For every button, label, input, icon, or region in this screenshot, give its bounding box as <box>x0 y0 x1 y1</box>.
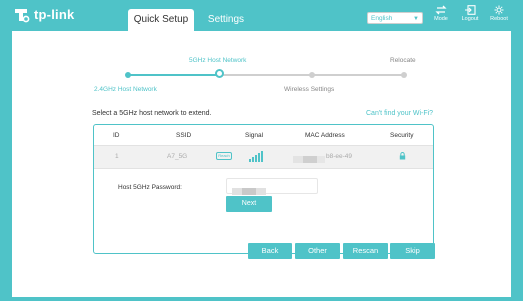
step-dot-wireless <box>309 72 315 78</box>
header: tp-link Quick Setup Settings English ▼ M… <box>0 0 523 31</box>
tp-link-logo: tp-link <box>12 6 82 26</box>
mac-mask <box>293 151 325 169</box>
step-label-wireless: Wireless Settings <box>284 86 335 93</box>
col-mac: MAC Address <box>305 132 345 139</box>
logout-label: Logout <box>461 16 479 22</box>
step-dot-relocate <box>401 72 407 78</box>
rescan-button[interactable]: Rescan <box>343 243 388 259</box>
row-id: 1 <box>115 153 119 160</box>
signal-icon <box>249 151 263 162</box>
main-panel: 5GHz Host Network Relocate 2.4GHz Host N… <box>12 31 511 297</box>
password-label: Host 5GHz Password: <box>118 184 182 191</box>
network-table: ID SSID Signal MAC Address Security 1 A7… <box>93 124 434 254</box>
reboot-button[interactable]: Reboot <box>487 5 511 27</box>
tp-link-logo-icon <box>15 9 30 23</box>
progress-line-done <box>128 74 220 76</box>
col-ssid: SSID <box>176 132 192 139</box>
row-divider <box>94 168 433 169</box>
language-select[interactable]: English ▼ <box>367 12 423 24</box>
reboot-icon <box>494 5 504 15</box>
row-mac-suffix: b8-ee-49 <box>326 153 353 160</box>
mode-button[interactable]: Mode <box>429 5 453 27</box>
password-mask <box>232 183 268 196</box>
setup-progress: 5GHz Host Network Relocate 2.4GHz Host N… <box>12 31 511 131</box>
mode-label: Mode <box>434 16 448 22</box>
tab-settings[interactable]: Settings <box>200 9 252 31</box>
skip-button[interactable]: Skip <box>390 243 435 259</box>
cant-find-wifi-link[interactable]: Can't find your Wi-Fi? <box>366 110 433 117</box>
col-id: ID <box>113 132 120 139</box>
lock-icon <box>399 152 406 160</box>
password-field[interactable] <box>226 178 318 196</box>
instruction-text: Select a 5GHz host network to extend. <box>92 110 212 117</box>
chevron-down-icon: ▼ <box>413 16 419 22</box>
reach-badge: Reach <box>216 152 232 160</box>
brand-name: tp-link <box>34 7 75 22</box>
table-row[interactable]: 1 A7_5G Reach b8-ee-49 <box>94 146 433 168</box>
step-label-2-4ghz: 2.4GHz Host Network <box>94 86 157 93</box>
row-ssid: A7_5G <box>167 153 188 160</box>
tab-quick-setup[interactable]: Quick Setup <box>128 9 194 31</box>
step-dot-5ghz-current <box>215 69 224 78</box>
next-button[interactable]: Next <box>226 196 272 212</box>
other-button[interactable]: Other <box>295 243 340 259</box>
step-dot-2-4ghz <box>125 72 131 78</box>
logout-icon <box>465 5 476 15</box>
back-button[interactable]: Back <box>248 243 292 259</box>
col-signal: Signal <box>245 132 264 139</box>
mode-icon <box>435 5 447 15</box>
language-selected: English <box>371 15 393 22</box>
col-security: Security <box>390 132 414 139</box>
step-label-relocate: Relocate <box>390 57 416 64</box>
logout-button[interactable]: Logout <box>458 5 482 27</box>
reboot-label: Reboot <box>490 16 508 22</box>
step-label-5ghz: 5GHz Host Network <box>189 57 247 64</box>
